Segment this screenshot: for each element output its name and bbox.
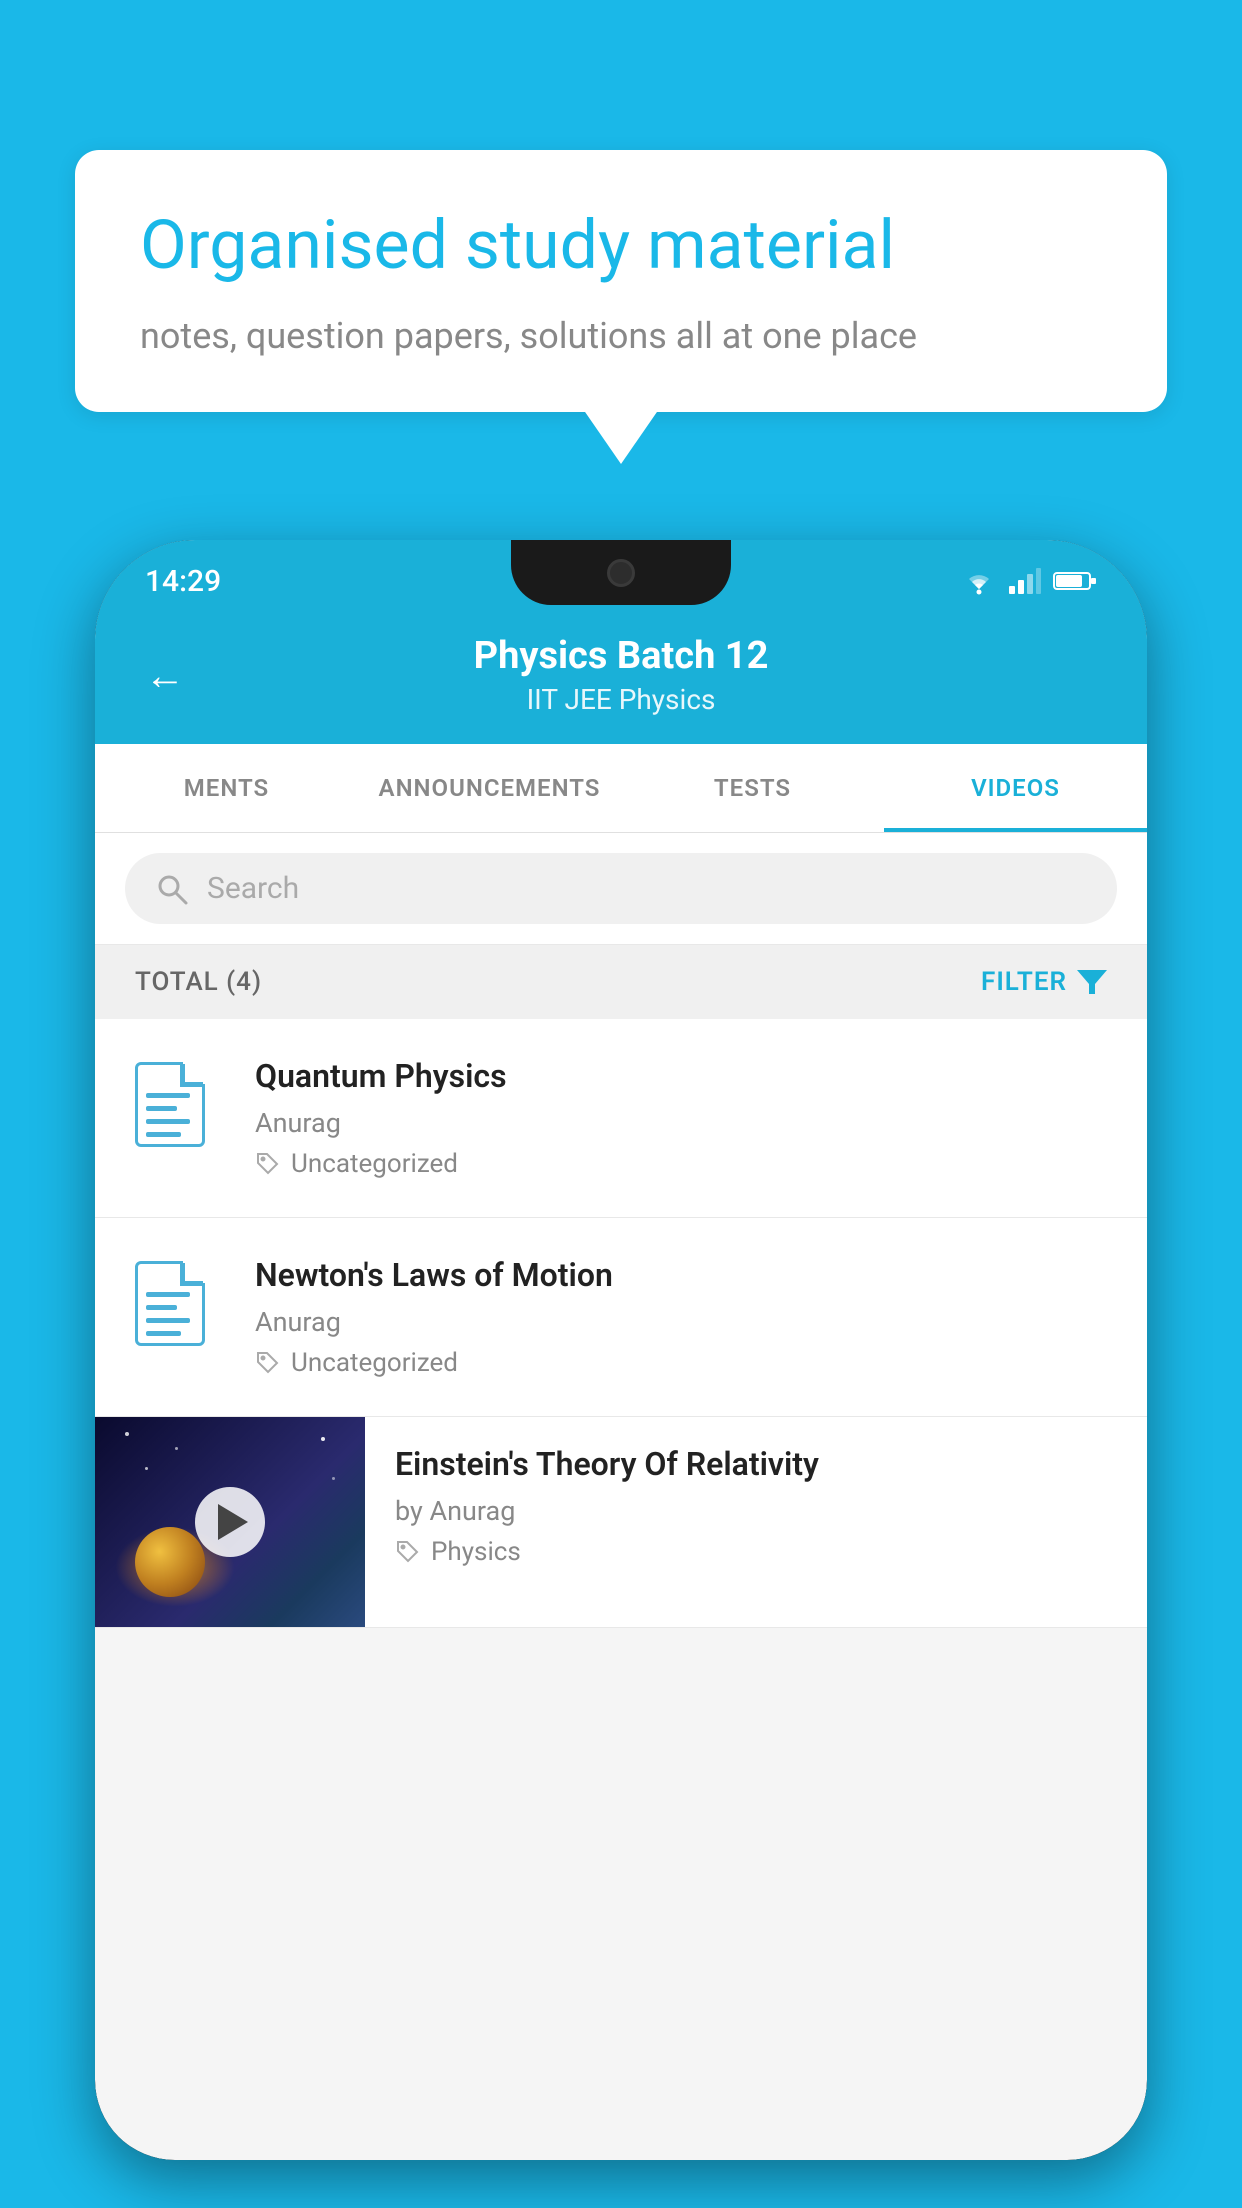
video-thumbnail [95,1417,365,1627]
video-list: Quantum Physics Anurag Uncategorized [95,1019,1147,1628]
status-time: 14:29 [145,564,221,599]
signal-icon [1009,568,1041,594]
back-button[interactable]: ← [145,652,185,699]
video-doc-icon [135,1261,225,1351]
status-icons [961,567,1097,595]
video-info: Newton's Laws of Motion Anurag Uncategor… [255,1256,1107,1378]
tab-announcements[interactable]: ANNOUNCEMENTS [358,744,621,832]
video-info: Quantum Physics Anurag Uncategorized [255,1057,1107,1179]
list-item[interactable]: Newton's Laws of Motion Anurag Uncategor… [95,1218,1147,1417]
filter-button[interactable]: FILTER [981,967,1107,997]
total-count-label: TOTAL (4) [135,967,262,997]
header-title-group: Physics Batch 12 IIT JEE Physics [215,634,1027,716]
camera-dot [607,559,635,587]
list-item[interactable]: Einstein's Theory Of Relativity by Anura… [95,1417,1147,1628]
tab-videos[interactable]: VIDEOS [884,744,1147,832]
search-input-placeholder: Search [207,871,299,906]
tag-icon [255,1350,281,1376]
tag-icon [395,1539,421,1565]
header-subtitle: IIT JEE Physics [215,683,1027,716]
tabs-bar: MENTS ANNOUNCEMENTS TESTS VIDEOS [95,744,1147,833]
play-button[interactable] [195,1487,265,1557]
phone-notch [511,540,731,605]
video-author: by Anurag [395,1495,1117,1527]
video-tag: Uncategorized [255,1149,1107,1179]
phone-frame: 14:29 [95,540,1147,2160]
video-info: Einstein's Theory Of Relativity by Anura… [365,1417,1147,1595]
video-tag: Uncategorized [255,1348,1107,1378]
video-title: Newton's Laws of Motion [255,1256,1107,1294]
filter-icon [1077,970,1107,994]
speech-bubble-title: Organised study material [140,205,1102,287]
filter-bar: TOTAL (4) FILTER [95,945,1147,1019]
wifi-icon [961,567,997,595]
video-author: Anurag [255,1306,1107,1338]
search-icon [155,872,189,906]
video-tag: Physics [395,1537,1117,1567]
phone-screen: 14:29 [95,540,1147,2160]
speech-bubble-subtitle: notes, question papers, solutions all at… [140,315,1102,357]
header-title: Physics Batch 12 [215,634,1027,678]
video-title: Einstein's Theory Of Relativity [395,1445,1117,1483]
video-title: Quantum Physics [255,1057,1107,1095]
speech-bubble-wrapper: Organised study material notes, question… [75,150,1167,412]
list-item[interactable]: Quantum Physics Anurag Uncategorized [95,1019,1147,1218]
search-container: Search [95,833,1147,945]
tag-icon [255,1151,281,1177]
video-doc-icon [135,1062,225,1152]
video-author: Anurag [255,1107,1107,1139]
app-header: ← Physics Batch 12 IIT JEE Physics [95,612,1147,744]
search-bar[interactable]: Search [125,853,1117,924]
tab-tests[interactable]: TESTS [621,744,884,832]
speech-bubble-card: Organised study material notes, question… [75,150,1167,412]
battery-icon [1053,570,1097,592]
tab-ments[interactable]: MENTS [95,744,358,832]
phone-container: 14:29 [95,540,1147,2208]
